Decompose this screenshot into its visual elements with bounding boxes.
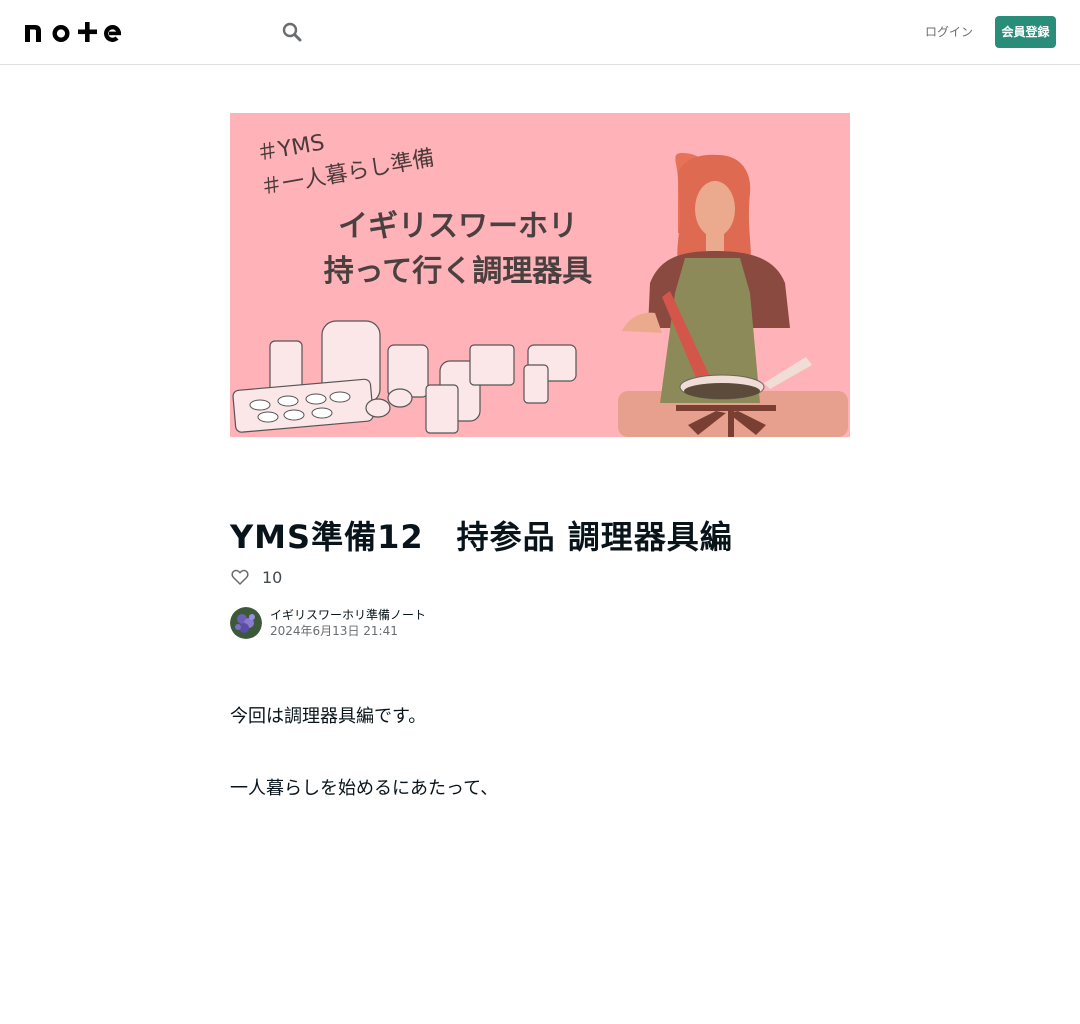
article-paragraph: 一人暮らしを始めるにあたって、 bbox=[230, 778, 499, 799]
note-logo[interactable] bbox=[24, 20, 124, 44]
author-avatar[interactable] bbox=[230, 607, 262, 639]
signup-button[interactable]: 会員登録 bbox=[995, 16, 1056, 48]
article-title: YMS準備12 持参品 調理器具編 bbox=[230, 518, 733, 556]
hero-image: ＃YMS ＃一人暮らし準備 イギリスワーホリ 持って行く調理器具 bbox=[230, 113, 850, 437]
login-link[interactable]: ログイン bbox=[922, 22, 976, 42]
author-name[interactable]: イギリスワーホリ準備ノート bbox=[270, 607, 426, 623]
post-date: 2024年6月13日 21:41 bbox=[270, 623, 398, 638]
heart-icon[interactable] bbox=[230, 567, 250, 587]
article-paragraph: 今回は調理器具編です。 bbox=[230, 706, 427, 727]
author-row: イギリスワーホリ準備ノート 2024年6月13日 21:41 bbox=[230, 607, 426, 639]
hero-line2: 持って行く調理器具 bbox=[324, 254, 593, 289]
like-count: 10 bbox=[262, 567, 283, 587]
search-icon[interactable] bbox=[278, 18, 306, 46]
hero-line1: イギリスワーホリ bbox=[338, 209, 578, 244]
like-row: 10 bbox=[230, 566, 282, 588]
site-header: ログイン 会員登録 bbox=[0, 0, 1080, 65]
